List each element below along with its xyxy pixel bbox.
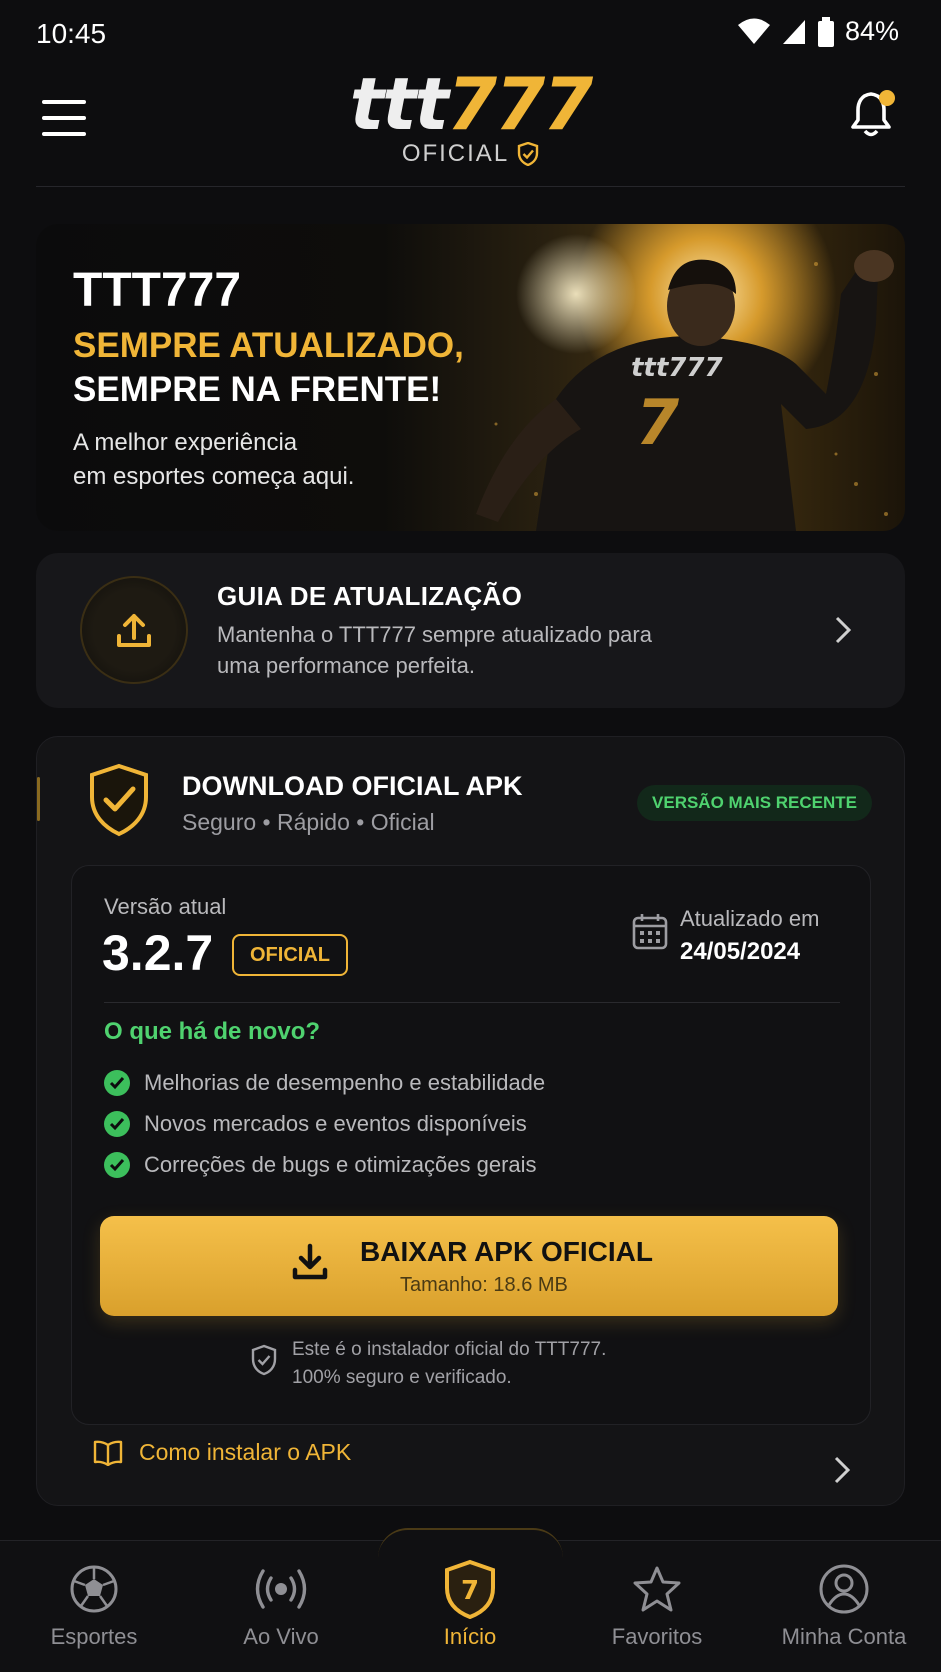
- guide-description: Mantenha o TTT777 sempre atualizado para…: [217, 622, 652, 678]
- security-note: Este é o instalador oficial do TTT777. 1…: [292, 1339, 607, 1388]
- nav-label: Minha Conta: [781, 1624, 907, 1649]
- nav-item-favoritos[interactable]: Favoritos: [577, 1560, 737, 1650]
- update-guide-card[interactable]: GUIA DE ATUALIZAÇÃO Mantenha o TTT777 se…: [36, 553, 905, 708]
- version-panel: Versão atual 3.2.7 OFICIAL Atualizado em…: [71, 865, 871, 1425]
- list-item: Melhorias de desempenho e estabilidade: [104, 1062, 545, 1103]
- download-title: DOWNLOAD OFICIAL APK: [182, 771, 523, 801]
- download-size: Tamanho: 18.6 MB: [400, 1274, 568, 1296]
- download-icon: [292, 1243, 328, 1280]
- status-time: 10:45: [36, 18, 107, 49]
- jersey-brand: ttt777: [631, 353, 723, 383]
- nav-item-inicio[interactable]: 7 Início: [390, 1559, 550, 1650]
- download-button-label: BAIXAR APK OFICIAL: [360, 1236, 653, 1267]
- latest-version-badge: VERSÃO MAIS RECENTE: [637, 785, 872, 821]
- download-apk-button[interactable]: BAIXAR APK OFICIAL Tamanho: 18.6 MB: [100, 1216, 838, 1316]
- notifications-button[interactable]: [849, 88, 897, 140]
- upload-icon: [117, 614, 151, 647]
- upload-icon-badge: [80, 576, 188, 684]
- nav-badge-number: 7: [461, 1576, 479, 1606]
- status-bar: 10:45 84%: [0, 0, 941, 66]
- bell-icon: [851, 90, 895, 137]
- book-icon: [93, 1440, 123, 1466]
- logo-wordmark: ttt777: [349, 62, 594, 146]
- status-icons: 84%: [737, 16, 899, 47]
- soccer-ball-icon: [70, 1565, 118, 1613]
- card-accent: [37, 777, 40, 821]
- divider: [104, 1002, 840, 1003]
- shield-check-icon: [90, 763, 148, 837]
- nav-item-ao-vivo[interactable]: Ao Vivo: [201, 1560, 361, 1650]
- nav-item-esportes[interactable]: Esportes: [14, 1560, 174, 1650]
- nav-label: Favoritos: [611, 1624, 703, 1649]
- list-item: Correções de bugs e otimizações gerais: [104, 1144, 545, 1185]
- download-subtitle: Seguro • Rápido • Oficial: [182, 809, 435, 835]
- hero-title: TTT777: [73, 264, 242, 317]
- hero-subtitle-1: SEMPRE ATUALIZADO,: [73, 326, 464, 365]
- install-guide-label: Como instalar o APK: [139, 1439, 352, 1465]
- whats-new-title: O que há de novo?: [104, 1018, 321, 1045]
- check-icon: [104, 1151, 130, 1178]
- hero-description: A melhor experiência em esportes começa …: [73, 429, 355, 490]
- wifi-icon: [737, 18, 770, 44]
- install-guide-link[interactable]: Como instalar o APK: [93, 1439, 351, 1466]
- star-icon: [633, 1566, 681, 1612]
- list-item: Novos mercados e eventos disponíveis: [104, 1103, 545, 1144]
- updated-label: Atualizado em: [680, 906, 820, 931]
- version-number: 3.2.7: [102, 925, 214, 981]
- logo-subtitle: OFICIAL: [0, 140, 941, 168]
- live-broadcast-icon: [255, 1569, 307, 1609]
- guide-title: GUIA DE ATUALIZAÇÃO: [217, 581, 523, 611]
- verified-shield-icon: [517, 142, 539, 166]
- nav-label: Início: [443, 1624, 497, 1649]
- notification-dot: [879, 90, 895, 106]
- check-icon: [104, 1069, 130, 1096]
- nav-label: Ao Vivo: [243, 1624, 319, 1649]
- nav-active-hump: [378, 1528, 563, 1558]
- hero-text: TTT777 SEMPRE ATUALIZADO, SEMPRE NA FREN…: [73, 264, 464, 494]
- hero-banner[interactable]: ttt777 7 TTT777 SEMPRE ATUALIZADO, SEMPR…: [36, 224, 905, 531]
- brand-logo: ttt777 OFICIAL: [0, 66, 941, 168]
- nav-label: Esportes: [50, 1624, 138, 1649]
- check-icon: [104, 1110, 130, 1137]
- calendar-icon: [632, 914, 668, 950]
- updated-date: 24/05/2024: [680, 938, 801, 965]
- battery-icon: [817, 16, 834, 47]
- download-card: DOWNLOAD OFICIAL APK Seguro • Rápido • O…: [36, 736, 905, 1506]
- version-label: Versão atual: [104, 894, 227, 919]
- battery-percent: 84%: [844, 16, 899, 46]
- account-icon: [819, 1564, 869, 1614]
- official-tag: OFICIAL: [232, 934, 348, 976]
- app-header: ttt777 OFICIAL: [0, 66, 941, 186]
- chevron-right-icon: [834, 1456, 851, 1484]
- jersey-number: 7: [636, 386, 680, 459]
- shield-check-small-icon: [251, 1344, 277, 1376]
- nav-item-minha-conta[interactable]: Minha Conta: [764, 1560, 924, 1650]
- signal-icon: [782, 19, 805, 44]
- hero-subtitle-2: SEMPRE NA FRENTE!: [73, 370, 442, 409]
- home-shield-icon: 7: [445, 1559, 495, 1619]
- changelog-list: Melhorias de desempenho e estabilidade N…: [104, 1062, 545, 1185]
- chevron-right-icon: [835, 616, 852, 644]
- header-divider: [36, 186, 905, 187]
